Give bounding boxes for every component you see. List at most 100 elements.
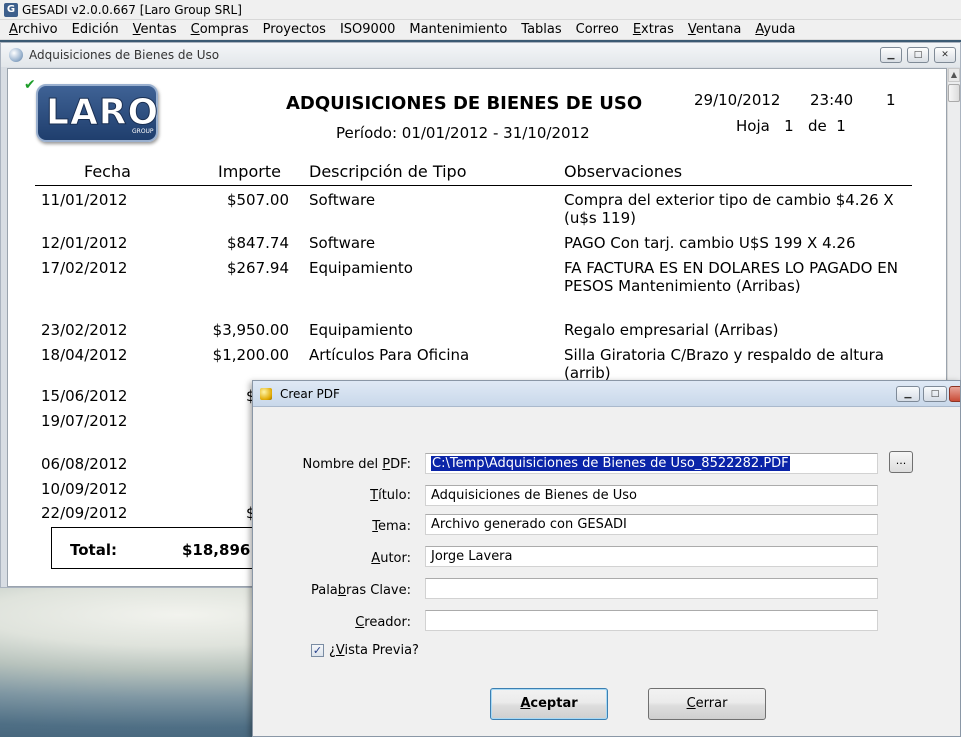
label-text: reador: — [364, 615, 411, 630]
label-accelerator: A — [371, 551, 381, 566]
row-observaciones: Silla Giratoria C/Brazo y respaldo de al… — [564, 346, 884, 382]
menu-item[interactable]: Compras — [184, 20, 256, 40]
label-accelerator: T — [370, 488, 379, 503]
menu-label: xtras — [641, 21, 674, 37]
label-text: ítulo: — [378, 488, 411, 503]
row-fecha: 15/06/2012 — [41, 387, 128, 405]
menu-label: Edición — [71, 21, 119, 37]
row-fecha: 12/01/2012 — [41, 234, 128, 252]
label-accelerator: C — [355, 615, 365, 630]
autor-label: Autor: — [253, 551, 411, 566]
crear-pdf-dialog: Crear PDF ▁ □ ✕ Nombre del PDF: C:\Temp\… — [252, 380, 961, 737]
column-header-descripcion: Descripción de Tipo — [309, 162, 467, 181]
row-observaciones: PAGO Con tarj. cambio U$S 199 X 4.26 — [564, 234, 856, 252]
label-text: Nombre del — [302, 457, 383, 472]
menu-accelerator: E — [632, 21, 642, 37]
label-text: ema: — [377, 519, 411, 534]
menu-item[interactable]: Proyectos — [256, 20, 333, 40]
label-text: ¿ — [329, 643, 336, 658]
menu-label: Correo — [575, 21, 619, 37]
scrollbar-thumb[interactable] — [948, 84, 960, 102]
row-descripcion: Equipamiento — [309, 321, 413, 339]
menu-item[interactable]: Extras — [626, 20, 681, 40]
row-fecha: 11/01/2012 — [41, 191, 128, 209]
vista-previa-checkbox[interactable]: ✓ — [311, 644, 324, 657]
vista-previa-label[interactable]: ¿Vista Previa? — [329, 643, 419, 658]
menu-label: Proyectos — [262, 21, 326, 37]
menu-label: Tablas — [521, 21, 562, 37]
row-descripcion: Artículos Para Oficina — [309, 346, 470, 364]
report-heading: ADQUISICIONES DE BIENES DE USO — [286, 93, 643, 114]
menu-label: rchivo — [17, 21, 58, 37]
menu-label: ompras — [199, 21, 249, 37]
menu-item[interactable]: Ventana — [681, 20, 748, 40]
tema-label: Tema: — [253, 519, 411, 534]
logo-text: LARO — [45, 92, 160, 134]
dialog-maximize-button[interactable]: □ — [923, 386, 947, 402]
app-title-bar[interactable]: G GESADI v2.0.0.667 [Laro Group SRL] — [0, 0, 961, 20]
autor-field[interactable]: Jorge Lavera — [425, 546, 878, 567]
browse-button[interactable]: ... — [889, 451, 913, 473]
scroll-up-arrow-icon[interactable]: ▲ — [948, 68, 960, 82]
aceptar-button[interactable]: Aceptar — [490, 688, 608, 720]
total-label: Total: — [70, 541, 117, 559]
menu-accelerator: C — [190, 21, 200, 37]
label-text: utor: — [380, 551, 411, 566]
menu-item[interactable]: Edición — [65, 20, 126, 40]
cerrar-button[interactable]: Cerrar — [648, 688, 766, 720]
row-importe: $1,200.00 — [212, 346, 289, 364]
label-text: ras Clave: — [346, 583, 411, 598]
checkmark-icon: ✔ — [24, 77, 36, 93]
menu-item[interactable]: Ventas — [126, 20, 184, 40]
total-box: Total: $18,896 — [51, 527, 271, 569]
column-header-fecha: Fecha — [84, 162, 131, 181]
button-label: ceptar — [530, 696, 578, 711]
menu-item[interactable]: Correo — [569, 20, 626, 40]
menu-accelerator: A — [9, 21, 18, 37]
creador-field[interactable] — [425, 610, 878, 631]
label-text: DF: — [390, 457, 411, 472]
menu-item[interactable]: Mantenimiento — [402, 20, 514, 40]
report-period: Período: 01/01/2012 - 31/10/2012 — [336, 124, 590, 142]
menu-item[interactable]: Archivo — [2, 20, 65, 40]
row-fecha: 18/04/2012 — [41, 346, 128, 364]
menu-accelerator: V — [687, 21, 696, 37]
minimize-button[interactable]: ▁ — [880, 47, 902, 63]
dialog-title: Crear PDF — [280, 386, 340, 401]
report-window-title: Adquisiciones de Bienes de Uso — [29, 48, 220, 62]
row-importe: $3,950.00 — [212, 321, 289, 339]
menu-item[interactable]: Ayuda — [748, 20, 802, 40]
label-accelerator: V — [335, 643, 345, 658]
maximize-button[interactable]: □ — [907, 47, 929, 63]
laro-logo: LARO GROUP — [36, 84, 160, 142]
label-accelerator: b — [337, 583, 347, 598]
menu-accelerator: V — [132, 21, 141, 37]
menu-bar: Archivo Edición Ventas Compras Proyectos ISO9… — [0, 20, 961, 40]
row-fecha: 10/09/2012 — [41, 480, 128, 498]
menu-label: entana — [695, 21, 742, 37]
nombre-pdf-field[interactable]: C:\Temp\Adquisiciones de Bienes de Uso_8… — [425, 453, 878, 474]
button-accelerator: A — [520, 696, 531, 711]
titulo-field[interactable]: Adquisiciones de Bienes de Uso — [425, 485, 878, 506]
close-button[interactable]: ✕ — [934, 47, 956, 63]
dialog-close-button[interactable]: ✕ — [949, 386, 960, 402]
report-window-title-bar[interactable]: Adquisiciones de Bienes de Uso ▁ □ ✕ — [1, 43, 960, 67]
menu-item[interactable]: ISO9000 — [333, 20, 402, 40]
menu-label: yuda — [763, 21, 796, 37]
row-fecha: 17/02/2012 — [41, 259, 128, 277]
report-date: 29/10/2012 — [694, 91, 781, 109]
row-fecha: 06/08/2012 — [41, 455, 128, 473]
report-time: 23:40 — [810, 91, 854, 109]
label-accelerator: P — [382, 457, 391, 472]
tema-field[interactable]: Archivo generado con GESADI — [425, 514, 878, 535]
menu-item[interactable]: Tablas — [514, 20, 568, 40]
dialog-app-icon — [260, 387, 272, 400]
label-text: Pala — [310, 583, 338, 598]
dialog-title-bar[interactable]: Crear PDF ▁ □ ✕ — [253, 381, 960, 407]
dialog-minimize-button[interactable]: ▁ — [896, 386, 920, 402]
menu-label: entas — [140, 21, 177, 37]
row-importe: $507.00 — [226, 191, 289, 209]
palabras-clave-field[interactable] — [425, 578, 878, 599]
row-descripcion: Equipamiento — [309, 259, 413, 277]
titulo-label: Título: — [253, 488, 411, 503]
